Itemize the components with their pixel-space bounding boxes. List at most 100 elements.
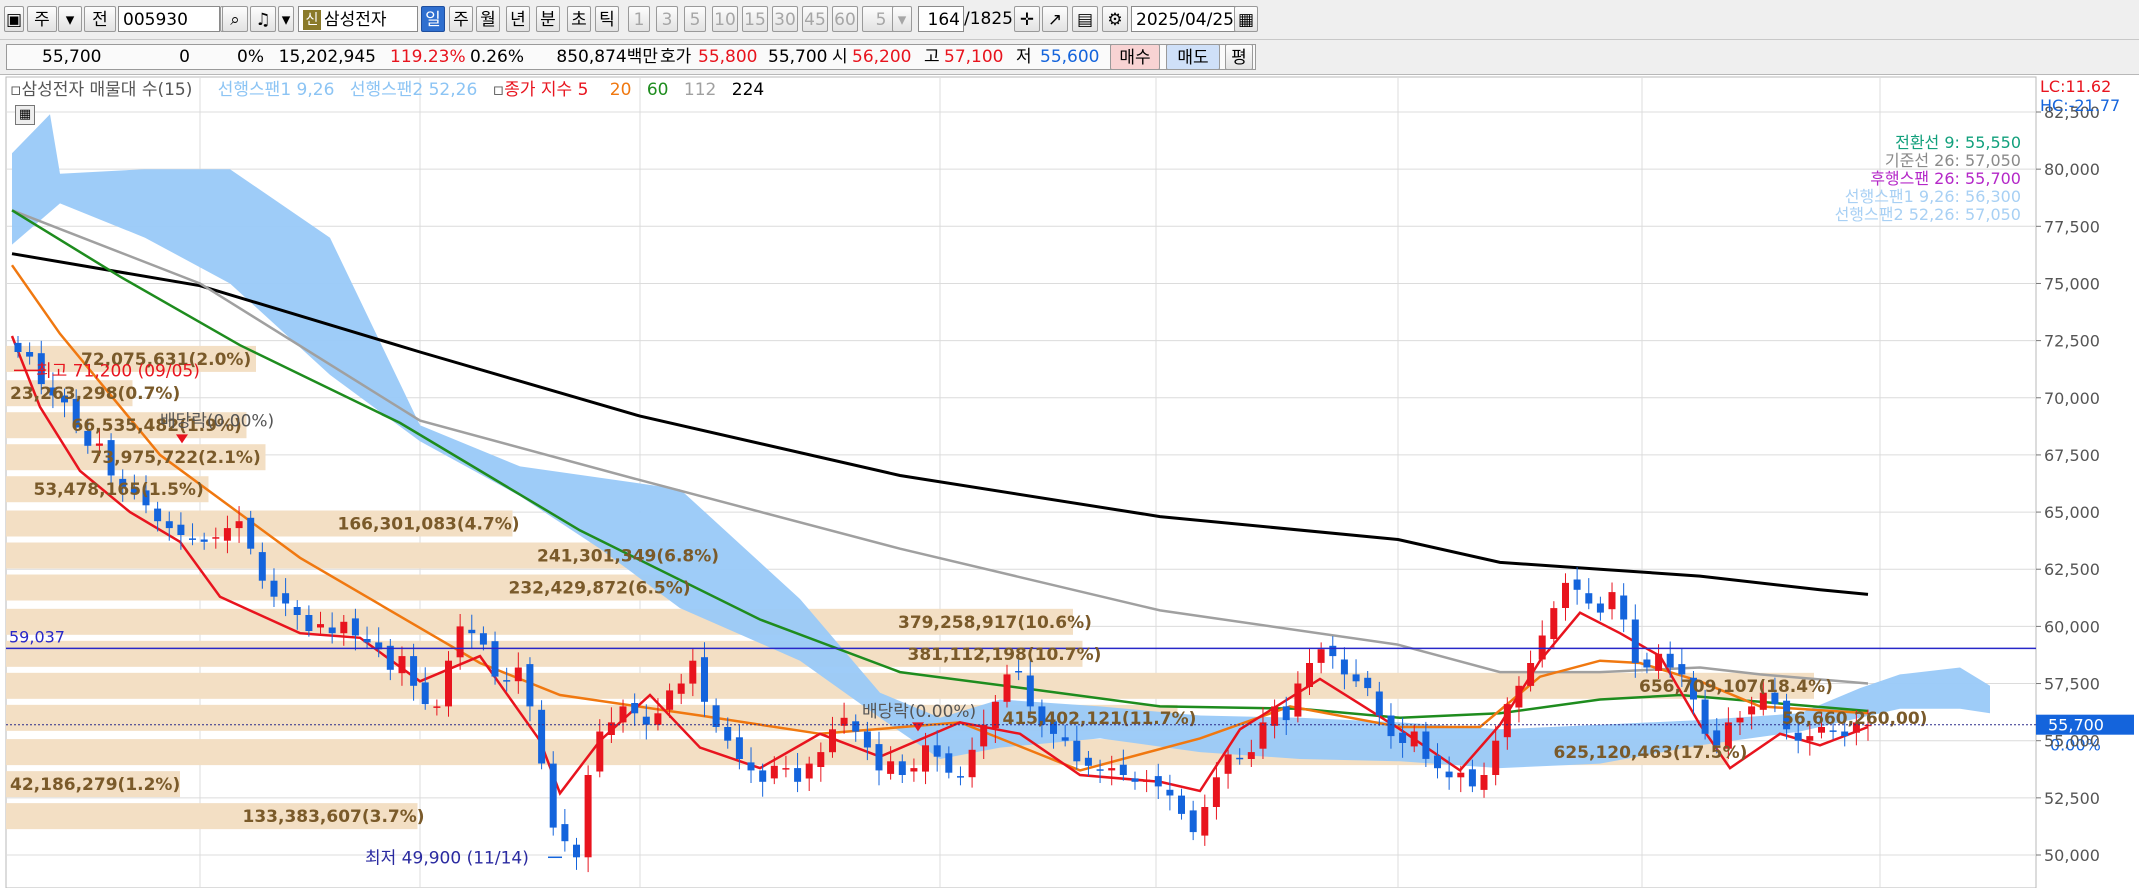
- candle-body: [573, 844, 580, 858]
- candle-body: [1212, 777, 1220, 807]
- buy-button[interactable]: 매수: [1110, 44, 1160, 70]
- candle-body: [991, 701, 999, 729]
- candle-body: [1748, 706, 1756, 715]
- candle-body: [805, 763, 813, 779]
- span1-info: 선행스팬1 9,26: 56,300: [1844, 187, 2021, 206]
- candle-body: [398, 656, 406, 674]
- low-annotation: 최저 49,900 (11/14): [365, 848, 529, 868]
- candle-body: [340, 621, 348, 634]
- grid-toggle-icon[interactable]: ▦: [15, 105, 35, 125]
- interval-10-button[interactable]: 10: [712, 6, 738, 32]
- candle-body: [1794, 732, 1802, 741]
- chart-legend: ▫삼성전자 매물대 수(15) 선행스팬1 9,26 선행스팬2 52,26 ▫…: [10, 77, 774, 103]
- date-input[interactable]: 2025/04/25: [1131, 6, 1237, 32]
- crosshair-icon[interactable]: ✛: [1014, 6, 1040, 32]
- candle-body: [1585, 593, 1593, 604]
- candle-body: [1538, 635, 1546, 660]
- window-icon[interactable]: ▣: [4, 6, 24, 32]
- ma20-legend[interactable]: 20: [610, 80, 632, 100]
- candle-body: [1306, 663, 1313, 687]
- candle-body: [1236, 757, 1244, 760]
- stock-name-field[interactable]: 신 삼성전자: [298, 6, 418, 32]
- span1-legend[interactable]: 선행스팬1 9,26: [218, 80, 335, 100]
- interval-5-button[interactable]: 5: [684, 6, 706, 32]
- calendar-icon[interactable]: ▦: [1234, 6, 1258, 32]
- chevron-down-icon[interactable]: ▾: [58, 6, 82, 32]
- profile-label: 73,975,722(2.1%): [91, 448, 261, 468]
- candle-body: [1317, 649, 1325, 663]
- candle-body: [1736, 717, 1744, 723]
- interval-45-button[interactable]: 45: [802, 6, 828, 32]
- eval-button[interactable]: 평: [1225, 44, 1253, 70]
- period-second-button[interactable]: 초: [567, 6, 591, 32]
- candle-body: [514, 667, 522, 682]
- ma112-legend[interactable]: 112: [684, 80, 716, 100]
- speaker-icon[interactable]: ♫: [250, 6, 276, 32]
- span2-legend[interactable]: 선행스팬2 52,26: [350, 80, 477, 100]
- candle-body: [1422, 731, 1430, 759]
- ma224-legend[interactable]: 224: [732, 80, 764, 100]
- lagging-span-info: 후행스팬 26: 55,700: [1870, 169, 2021, 188]
- period-tick-button[interactable]: 틱: [595, 6, 619, 32]
- period-month-button[interactable]: 월: [476, 6, 500, 32]
- period-type-select[interactable]: 주: [27, 6, 57, 32]
- candle-body: [1596, 603, 1604, 613]
- candle-body: [189, 538, 196, 540]
- span2-info: 선행스팬2 52,26: 57,050: [1834, 205, 2021, 224]
- search-icon[interactable]: ⌕: [222, 6, 248, 32]
- candle-body: [1084, 757, 1092, 766]
- interval-10-label: 10: [714, 10, 736, 30]
- candle-body: [410, 656, 418, 686]
- profile-label: 625,120,463(17.5%): [1554, 743, 1748, 763]
- candle: [549, 751, 557, 836]
- period-week-button[interactable]: 주: [449, 6, 473, 32]
- interval-1-label: 1: [633, 10, 645, 30]
- prev-button[interactable]: 전: [84, 6, 116, 32]
- gear-icon[interactable]: ⚙: [1102, 6, 1128, 32]
- candle-body: [852, 721, 860, 732]
- interval-15-button[interactable]: 15: [742, 6, 768, 32]
- sell-button[interactable]: 매도: [1166, 44, 1220, 70]
- candle-body: [712, 705, 720, 727]
- interval-60-button[interactable]: 60: [832, 6, 858, 32]
- candle-body: [1201, 807, 1209, 836]
- candle-body: [270, 580, 278, 597]
- prev-label: 전: [92, 10, 108, 30]
- candle-body: [1445, 771, 1453, 778]
- period-year-button[interactable]: 년: [506, 6, 530, 32]
- period-type-label: 주: [34, 10, 50, 30]
- y-tick-label: 57,500: [2044, 675, 2100, 694]
- draw-line-icon[interactable]: ↗: [1042, 6, 1068, 32]
- stock-code-input[interactable]: 005930: [118, 6, 220, 32]
- price-chart[interactable]: 59,03772,075,631(2.0%)23,263,298(0.7%)66…: [0, 76, 2139, 888]
- save-icon[interactable]: ▤: [1072, 6, 1098, 32]
- interval-dropdown-icon[interactable]: ▾: [892, 6, 912, 32]
- interval-1-button[interactable]: 1: [628, 6, 650, 32]
- candle-body: [875, 744, 883, 771]
- candle-body: [223, 528, 231, 541]
- candle-body: [1340, 659, 1348, 675]
- candle-body: [1666, 653, 1674, 668]
- ma-legend[interactable]: ▫종가 지수 5: [493, 80, 599, 100]
- interval-3-button[interactable]: 3: [656, 6, 678, 32]
- interval-5-label: 5: [689, 10, 701, 30]
- interval-30-button[interactable]: 30: [772, 6, 798, 32]
- period-day-button[interactable]: 일: [421, 6, 445, 32]
- quote-low: 55,600: [1040, 47, 1100, 67]
- count-input[interactable]: 164: [918, 6, 964, 32]
- profile-legend[interactable]: ▫삼성전자 매물대 수(15): [10, 80, 202, 100]
- y-tick-label: 52,500: [2044, 789, 2100, 808]
- ma60-legend[interactable]: 60: [647, 80, 669, 100]
- period-month-label: 월: [480, 10, 496, 30]
- interval-select-value: 5: [875, 10, 887, 30]
- candle-body: [1410, 731, 1418, 747]
- candle-body: [1468, 769, 1476, 787]
- candle-body: [95, 443, 103, 446]
- candle-body: [479, 633, 487, 645]
- quote-ask: 55,800: [698, 47, 758, 67]
- profile-label: 53,478,165(1.5%): [34, 480, 204, 500]
- speaker-dropdown-icon[interactable]: ▾: [278, 6, 294, 32]
- candle-body: [1573, 579, 1581, 590]
- candle-body: [1143, 779, 1151, 782]
- period-minute-button[interactable]: 분: [536, 6, 560, 32]
